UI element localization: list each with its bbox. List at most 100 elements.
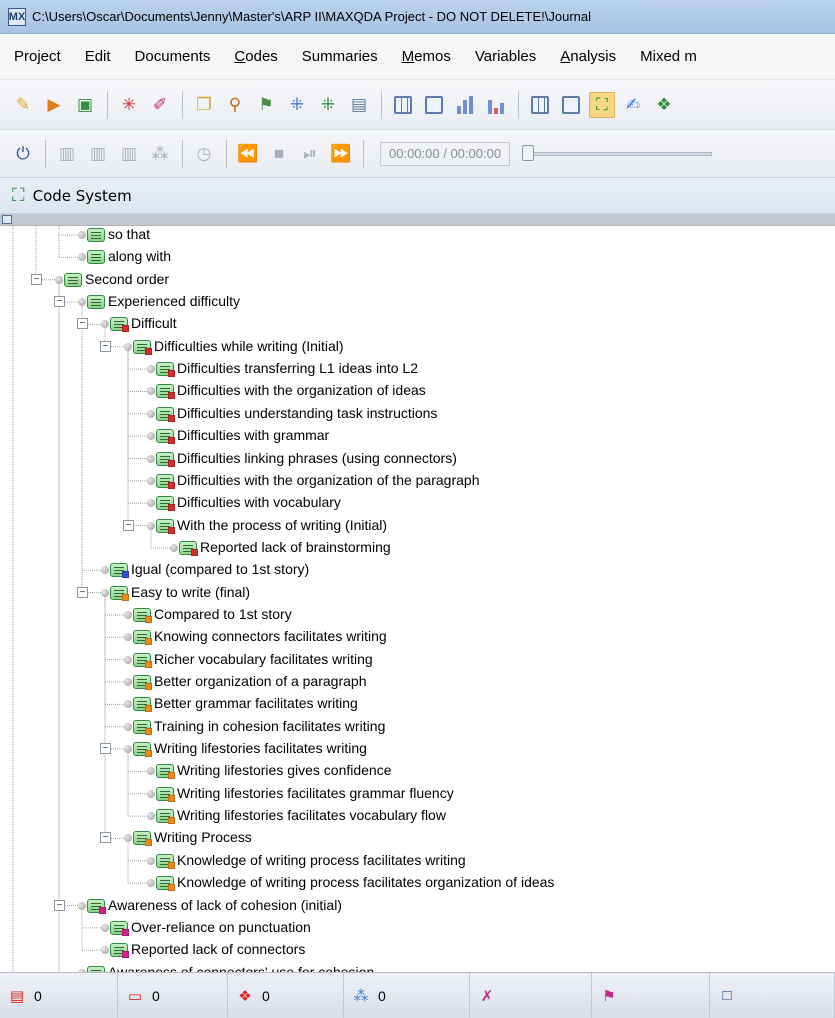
code-label[interactable]: Difficulties with the organization of id… [177,382,426,398]
code-label[interactable]: Experienced difficulty [108,293,240,309]
collapse-icon[interactable]: − [31,273,42,285]
tree-node[interactable]: Reported lack of brainstorming [0,537,835,559]
tree-node[interactable]: Difficulties with vocabulary [0,492,835,514]
code-label[interactable]: along with [108,248,171,264]
code-label[interactable]: Difficulties transferring L1 ideas into … [177,360,418,376]
search-icon[interactable]: ⚲ [222,92,248,118]
activation-dot-icon[interactable] [124,678,132,686]
code-label[interactable]: Knowledge of writing process facilitates… [177,852,466,868]
retrieved-segments-icon[interactable]: ❐ [191,92,217,118]
code-label[interactable]: Training in cohesion facilitates writing [154,718,385,734]
filter-off-icon[interactable]: ✗ [478,987,496,1005]
tree-node[interactable]: along with [0,246,835,268]
variable-table-icon[interactable] [421,92,447,118]
tree-node[interactable]: Knowledge of writing process facilitates… [0,850,835,872]
tree-node[interactable]: − Writing Process [0,827,835,849]
activation-dot-icon[interactable] [101,566,109,575]
tree-node[interactable]: − Easy to write (final) [0,582,835,604]
data-table-icon[interactable] [390,92,416,118]
activation-dot-icon[interactable] [147,387,155,396]
activation-dot-icon[interactable] [147,767,155,776]
activation-dot-icon[interactable] [170,543,178,552]
collapse-icon[interactable]: − [100,743,111,755]
activation-dot-icon[interactable] [147,812,155,821]
activated-codes-icon[interactable]: ⁂ [352,987,370,1005]
activation-dot-icon[interactable] [55,275,63,284]
activation-dot-icon[interactable] [147,365,155,374]
open-project-icon[interactable]: ▶ [41,92,67,118]
menu-analysis[interactable]: Analysis [560,48,616,65]
activation-dot-icon[interactable] [124,610,132,619]
activation-dot-icon[interactable] [147,789,155,798]
fast-forward-icon[interactable]: ⏩ [328,141,354,167]
collapse-icon[interactable]: − [100,832,111,844]
tree-node[interactable]: Difficulties transferring L1 ideas into … [0,358,835,380]
tree-node[interactable]: − Difficult [0,313,835,335]
transcript-icon-3[interactable]: ▥ [116,141,142,167]
tree-node[interactable]: Difficulties linking phrases (using conn… [0,448,835,470]
menu-summaries[interactable]: Summaries [302,48,378,65]
code-label[interactable]: Compared to 1st story [154,606,292,622]
tree-node[interactable]: Difficulties with the organization of th… [0,470,835,492]
activation-dot-icon[interactable] [78,298,86,307]
code-label[interactable]: Reported lack of brainstorming [200,539,391,555]
code-label[interactable]: Writing lifestories gives confidence [177,762,392,778]
variable-filter-icon[interactable]: ⚑ [600,987,618,1005]
chart-bars-icon[interactable] [452,92,478,118]
code-label[interactable]: Difficulties linking phrases (using conn… [177,450,457,466]
menu-variables[interactable]: Variables [475,48,536,65]
random-codes-icon[interactable]: ✳ [116,92,142,118]
slider-thumb[interactable] [522,144,535,161]
activation-dot-icon[interactable] [147,521,155,530]
activation-dot-icon[interactable] [101,588,109,597]
tree-node[interactable]: Knowing connectors facilitates writing [0,626,835,648]
activation-dot-icon[interactable] [147,499,155,508]
code-label[interactable]: so that [108,226,150,242]
collapse-icon[interactable]: − [77,318,88,330]
code-label[interactable]: Difficulties with grammar [177,427,329,443]
code-label[interactable]: Knowing connectors facilitates writing [154,628,387,644]
code-label[interactable]: Over-reliance on punctuation [131,919,311,935]
menu-documents[interactable]: Documents [135,48,211,65]
code-label[interactable]: Awareness of lack of cohesion (initial) [108,897,342,913]
code-label[interactable]: Igual (compared to 1st story) [131,561,309,577]
activation-dot-icon[interactable] [147,409,155,418]
code-label[interactable]: With the process of writing (Initial) [177,517,387,533]
activation-dot-icon[interactable] [124,700,132,709]
chart-stats-icon[interactable] [483,92,509,118]
code-label[interactable]: Reported lack of connectors [131,941,305,957]
code-system-mini-icon[interactable] [2,215,12,224]
code-label[interactable]: Knowledge of writing process facilitates… [177,874,554,890]
code-label[interactable]: Writing lifestories facilitates vocabula… [177,807,446,823]
activation-dot-icon[interactable] [147,879,155,888]
tree-node[interactable]: − Experienced difficulty [0,291,835,313]
tree-node[interactable]: so that [0,226,835,246]
menu-mixed-m[interactable]: Mixed m [640,48,697,65]
activation-dot-icon[interactable] [78,901,86,910]
transcript-icon-2[interactable]: ▥ [85,141,111,167]
code-label[interactable]: Writing lifestories facilitates grammar … [177,785,454,801]
menu-project[interactable]: Project [14,48,61,65]
activation-dot-icon[interactable] [78,231,86,239]
link-icon[interactable]: ✐ [147,92,173,118]
tree-node[interactable]: Difficulties with the organization of id… [0,380,835,402]
code-label[interactable]: Difficulties with vocabulary [177,494,341,510]
tree-node[interactable]: Richer vocabulary facilitates writing [0,649,835,671]
play-pause-icon[interactable]: ⏯ [297,141,323,167]
activation-dot-icon[interactable] [124,633,132,642]
collapse-icon[interactable]: − [54,899,65,911]
code-label[interactable]: Writing lifestories facilitates writing [154,740,367,756]
activation-dot-icon[interactable] [124,342,132,351]
transcript-icon-1[interactable]: ▥ [54,141,80,167]
document-system-icon[interactable] [527,92,553,118]
coded-segment-red-icon[interactable]: ▭ [126,987,144,1005]
code-system-toggle-icon[interactable]: ⛶ [589,91,615,118]
tree-node[interactable]: Difficulties with grammar [0,425,835,447]
tree-node[interactable]: Writing lifestories facilitates vocabula… [0,805,835,827]
transcript-icon-4[interactable]: ⁂ [147,141,173,167]
activation-dot-icon[interactable] [147,476,155,485]
tree-node[interactable]: Reported lack of connectors [0,939,835,961]
rewind-icon[interactable]: ⏪ [235,141,261,167]
tree-node[interactable]: Compared to 1st story [0,604,835,626]
document-table-icon[interactable]: ▤ [346,92,372,118]
